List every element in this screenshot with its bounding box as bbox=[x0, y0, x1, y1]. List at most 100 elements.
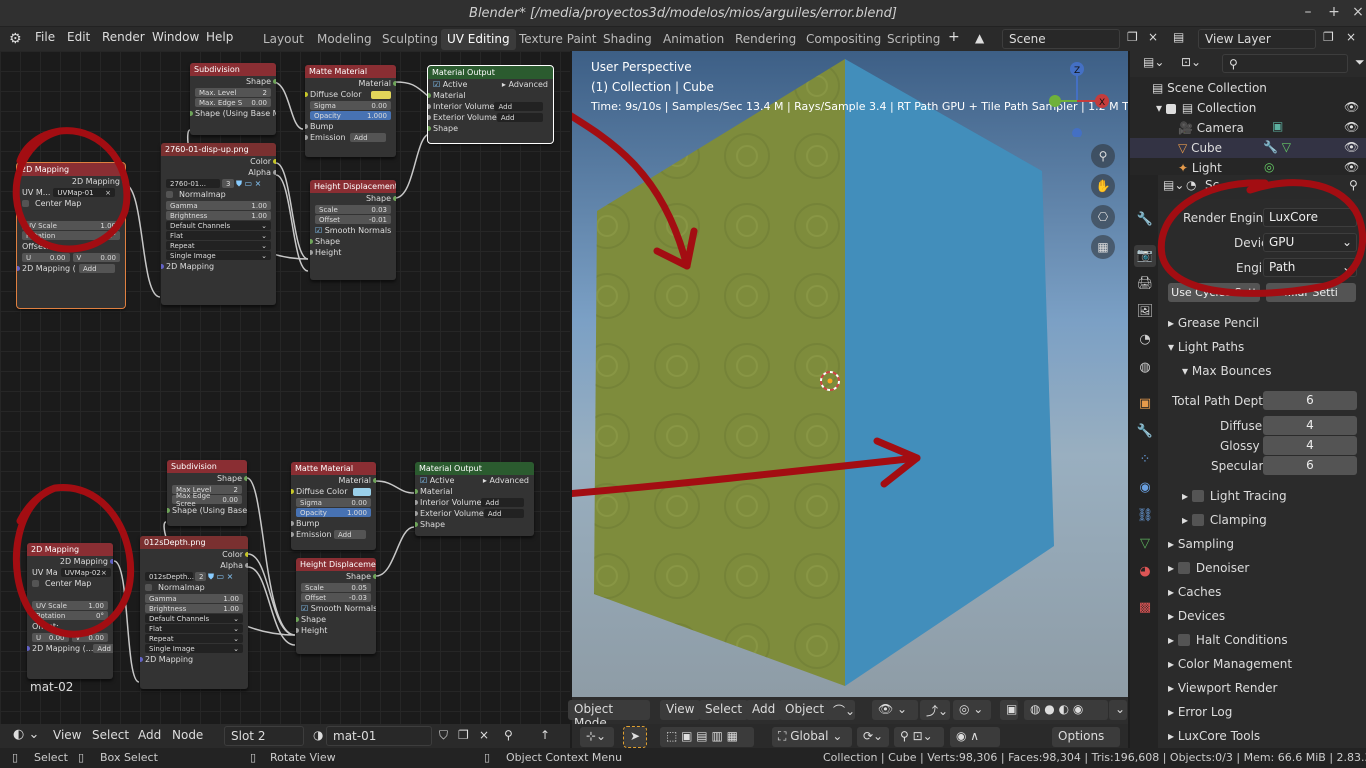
source-dropdown[interactable]: Single Image ⌄ bbox=[166, 251, 271, 260]
tab-modeling[interactable]: Modeling bbox=[311, 29, 378, 50]
wrap-dropdown[interactable]: Repeat ⌄ bbox=[145, 634, 243, 643]
diffuse-color-swatch[interactable] bbox=[353, 487, 371, 496]
brightness-field[interactable]: Brightness 1.00 bbox=[166, 211, 271, 220]
channels-dropdown[interactable]: Default Channels ⌄ bbox=[166, 221, 271, 230]
copy-material-icon[interactable]: ❐ bbox=[455, 728, 472, 742]
tool-tab-icon[interactable]: 🔧 bbox=[1134, 209, 1156, 231]
sigma-field[interactable]: Sigma 0.00 bbox=[310, 101, 391, 110]
uvmap-field[interactable]: UVMap-02 × bbox=[60, 568, 111, 577]
add-workspace-icon[interactable]: + bbox=[945, 29, 963, 45]
opacity-field[interactable]: Opacity 1.000 bbox=[310, 111, 391, 120]
shield-icon[interactable]: ⛉ bbox=[436, 728, 451, 743]
offset-v-field[interactable]: V 0.00 bbox=[71, 633, 108, 642]
node-material-output[interactable]: Material Output ☑ Active ▸ Advanced Mater… bbox=[427, 65, 554, 144]
zoom-icon[interactable]: ⚲ bbox=[1091, 144, 1115, 168]
section-luxcore-tools[interactable]: ▸ LuxCore Tools bbox=[1168, 729, 1260, 743]
add-button[interactable]: Add bbox=[79, 264, 115, 273]
section-devices[interactable]: ▸ Devices bbox=[1168, 609, 1225, 623]
rotation-field[interactable]: Rotation 0° bbox=[22, 231, 120, 240]
brightness-field[interactable]: Brightness 1.00 bbox=[145, 604, 243, 613]
engine-dropdown[interactable]: Path ⌄ bbox=[1263, 258, 1357, 277]
visibility-icon[interactable]: 👁 ⌄ bbox=[872, 700, 918, 720]
data-tab-icon[interactable]: ▽ bbox=[1134, 533, 1156, 555]
object-type-icon[interactable]: ⌒⌄ bbox=[827, 700, 855, 720]
fake-user-icon[interactable]: ⛊ ▭ × bbox=[208, 572, 233, 582]
parent-tree-icon[interactable]: ↑ bbox=[537, 728, 553, 742]
section-viewport-render[interactable]: ▸ Viewport Render bbox=[1168, 681, 1277, 695]
node-editor[interactable]: Subdivision Shape Max. Level 2 Max. Edge … bbox=[0, 51, 570, 724]
specular-field[interactable]: 6 bbox=[1263, 456, 1357, 475]
image-users-count[interactable]: 3 bbox=[222, 179, 234, 188]
section-grease-pencil[interactable]: ▸ Grease Pencil bbox=[1168, 316, 1259, 330]
tab-rendering[interactable]: Rendering bbox=[729, 29, 802, 50]
light-data-icon[interactable]: ◎ bbox=[1264, 160, 1274, 174]
scale-field[interactable]: Scale 0.03 bbox=[315, 205, 391, 214]
3d-viewport[interactable]: User Perspective (1) Collection | Cube T… bbox=[572, 51, 1128, 724]
view-layer-tab-icon[interactable]: 🖼 bbox=[1134, 301, 1156, 323]
outliner-row-cube[interactable]: ▽ Cube 🔧 ▽ 👁 bbox=[1130, 138, 1366, 158]
minimize-icon[interactable]: – bbox=[1298, 4, 1318, 20]
material-tab-icon[interactable]: ◕ bbox=[1134, 561, 1156, 583]
physics-tab-icon[interactable]: ◉ bbox=[1134, 477, 1156, 499]
gamma-field[interactable]: Gamma 1.00 bbox=[166, 201, 271, 210]
menu-select[interactable]: Select bbox=[89, 728, 132, 742]
unlink-material-icon[interactable]: × bbox=[476, 728, 492, 742]
eye-icon[interactable]: 👁 bbox=[1344, 100, 1359, 114]
add-button[interactable]: Add bbox=[350, 133, 386, 142]
add-button[interactable]: Add bbox=[496, 113, 543, 122]
scene-icon[interactable]: ▲ bbox=[972, 31, 987, 45]
section-sampling[interactable]: ▸ Sampling bbox=[1168, 537, 1234, 551]
total-path-depth-field[interactable]: 6 bbox=[1263, 391, 1357, 410]
pan-hand-icon[interactable]: ✋ bbox=[1091, 174, 1115, 198]
copy-scene-icon[interactable]: ❐ bbox=[1124, 30, 1141, 44]
navigation-gizmo[interactable]: Z X bbox=[1040, 57, 1110, 137]
section-denoiser[interactable]: ▸ Denoiser bbox=[1168, 561, 1249, 575]
tab-compositing[interactable]: Compositing bbox=[800, 29, 887, 50]
mode-dropdown[interactable]: Object Mode ⌄ bbox=[568, 700, 650, 730]
menu-render[interactable]: Render bbox=[99, 30, 148, 44]
menu-view[interactable]: View bbox=[660, 700, 701, 720]
tab-sculpting[interactable]: Sculpting bbox=[376, 29, 444, 50]
shading-modes-icon[interactable]: ◍ ● ◐ ◉ bbox=[1024, 700, 1108, 720]
add-button[interactable]: Add bbox=[481, 498, 524, 507]
uv-scale-field[interactable]: UV Scale 1.00 bbox=[22, 221, 120, 230]
wrench-icon[interactable]: 🔧 ▽ bbox=[1263, 140, 1291, 154]
eye-icon[interactable]: 👁 bbox=[1344, 140, 1359, 154]
render-engine-dropdown[interactable]: LuxCore bbox=[1263, 208, 1357, 227]
node-image-texture[interactable]: 012sDepth.png Color Alpha 012sDepth... 2 ⛊… bbox=[140, 536, 248, 689]
tab-layout[interactable]: Layout bbox=[257, 29, 310, 50]
node-subdivision[interactable]: Subdivision Shape Max. Level 2 Max. Edge … bbox=[190, 63, 276, 135]
projection-dropdown[interactable]: Flat ⌄ bbox=[145, 624, 243, 633]
sigma-field[interactable]: Sigma 0.00 bbox=[296, 498, 371, 507]
menu-add[interactable]: Add bbox=[135, 728, 164, 742]
node-material-output[interactable]: Material Output ☑ Active ▸ Advanced Mater… bbox=[415, 462, 534, 536]
max-level-field[interactable]: Max. Level 2 bbox=[195, 88, 271, 97]
shading-options-icon[interactable]: ⌄ bbox=[1109, 700, 1127, 720]
image-file-field[interactable]: 012sDepth... bbox=[145, 572, 194, 581]
scene-tab-icon[interactable]: ◔ bbox=[1134, 329, 1156, 351]
scene-field[interactable]: Scene bbox=[1002, 29, 1120, 49]
section-light-tracing[interactable]: ▸ Light Tracing bbox=[1182, 489, 1287, 503]
offset-u-field[interactable]: U 0.00 bbox=[32, 633, 69, 642]
tab-scripting[interactable]: Scripting bbox=[881, 29, 946, 50]
node-matte-material[interactable]: Matte Material Material Diffuse Color Si… bbox=[291, 462, 376, 550]
ortho-grid-icon[interactable]: ▦ bbox=[1091, 235, 1115, 259]
source-dropdown[interactable]: Single Image ⌄ bbox=[145, 644, 243, 653]
tab-texture-paint[interactable]: Texture Paint bbox=[513, 29, 602, 50]
outliner-search-input[interactable]: ⚲ bbox=[1222, 54, 1348, 73]
material-field[interactable]: mat-01 bbox=[326, 726, 432, 746]
gizmo-icon[interactable]: ⤴⌄ bbox=[920, 700, 950, 720]
diffuse-field[interactable]: 4 bbox=[1263, 416, 1357, 435]
projection-dropdown[interactable]: Flat ⌄ bbox=[166, 231, 271, 240]
scale-field[interactable]: Scale 0.05 bbox=[301, 583, 371, 592]
section-caches[interactable]: ▸ Caches bbox=[1168, 585, 1221, 599]
proportional-edit-icon[interactable]: ◉ ∧ bbox=[950, 727, 1000, 747]
node-subdivision[interactable]: Subdivision Shape Max Level 2 Max Edge Sc… bbox=[167, 460, 247, 526]
editor-type-icon[interactable]: ◐ ⌄ bbox=[10, 727, 42, 742]
menu-object[interactable]: Object bbox=[779, 700, 831, 720]
remove-view-layer-icon[interactable]: × bbox=[1343, 30, 1359, 44]
outliner[interactable]: ▤⌄ ⊡⌄ ⚲ ⏷ ▤ Scene Collection ▾ ▤ Collect… bbox=[1130, 51, 1366, 175]
offset-field[interactable]: Offset -0.03 bbox=[301, 593, 371, 602]
opacity-field[interactable]: Opacity 1.000 bbox=[296, 508, 371, 517]
select-tool-icon[interactable]: ➤ bbox=[623, 726, 647, 748]
